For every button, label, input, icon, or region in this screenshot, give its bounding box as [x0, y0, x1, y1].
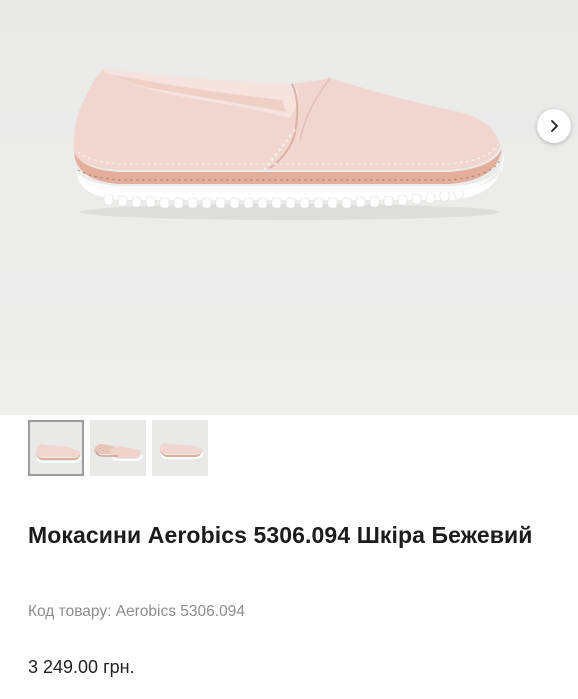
shoe-side-icon: [152, 420, 208, 476]
product-gallery[interactable]: [0, 0, 578, 415]
main-product-image: [73, 68, 504, 220]
next-image-button[interactable]: [537, 109, 571, 143]
product-sku: Код товару: Aerobics 5306.094: [28, 603, 245, 620]
product-title: Мокасини Aerobics 5306.094 Шкіра Бежевий: [28, 522, 533, 548]
chevron-right-icon: [551, 120, 558, 132]
thumbnail-1[interactable]: [28, 420, 84, 476]
product-page: Мокасини Aerobics 5306.094 Шкіра Бежевий…: [0, 0, 578, 699]
thumbnail-3[interactable]: [152, 420, 208, 476]
thumbnail-2[interactable]: [90, 420, 146, 476]
shoe-pair-icon: [90, 420, 146, 476]
product-price: 3 249.00 грн.: [28, 657, 135, 677]
shoe-side-icon: [30, 422, 82, 474]
